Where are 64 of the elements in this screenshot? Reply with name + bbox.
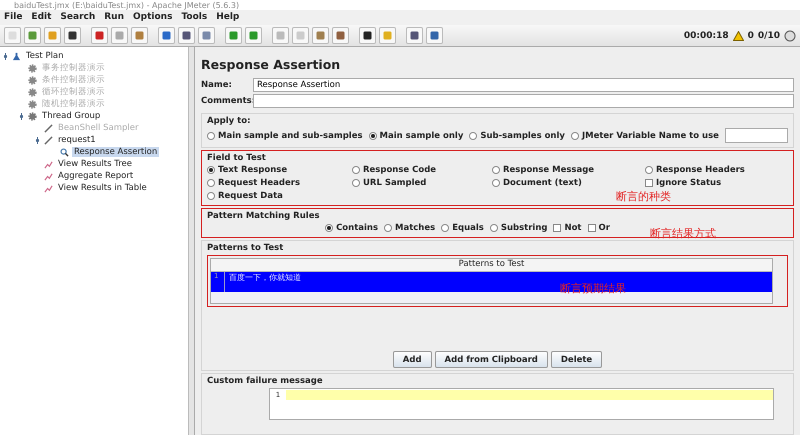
variable-name-field[interactable]	[724, 128, 788, 143]
section-title: Patterns to Test	[207, 243, 284, 253]
thread-count: 0/10	[758, 30, 780, 40]
radio-button[interactable]: Response Headers	[645, 165, 788, 175]
radio-button[interactable]: Request Headers	[207, 178, 352, 188]
menu-item[interactable]: Search	[60, 12, 96, 23]
tree-item[interactable]: Aggregate Report	[56, 171, 136, 181]
comments-field[interactable]	[253, 94, 794, 108]
checkbox[interactable]: Not	[553, 223, 582, 233]
annotation-text: 断言结果方式	[650, 226, 716, 241]
radio-button[interactable]: Sub-samples only	[469, 130, 565, 140]
menu-item[interactable]: Options	[133, 12, 172, 23]
menu-item[interactable]: Help	[216, 12, 240, 23]
name-label: Name:	[201, 80, 233, 90]
toolbar-icon[interactable]	[178, 27, 195, 44]
elapsed-time: 00:00:18	[684, 30, 729, 40]
section-title: Field to Test	[207, 153, 267, 163]
radio-button[interactable]: Response Message	[492, 165, 645, 175]
radio-button[interactable]: Matches	[384, 223, 436, 233]
checkbox[interactable]: Or	[588, 223, 610, 233]
section-title: Pattern Matching Rules	[207, 211, 321, 221]
warning-count: 0	[748, 30, 754, 40]
expand-handle-icon[interactable]	[34, 136, 41, 144]
column-header: Patterns to Test	[211, 259, 772, 272]
radio-button[interactable]: Response Code	[352, 165, 492, 175]
tree-item[interactable]: View Results in Table	[56, 183, 149, 193]
annotation-text: 断言的种类	[616, 189, 671, 204]
radio-button[interactable]: JMeter Variable Name to use	[570, 130, 719, 140]
toolbar-icon[interactable]	[359, 27, 376, 44]
radio-button[interactable]: Main sample only	[368, 130, 464, 140]
menu-item[interactable]: Run	[104, 12, 124, 23]
panel-title: Response Assertion	[201, 57, 342, 72]
checkbox[interactable]: Ignore Status	[645, 178, 788, 188]
radio-button[interactable]: Main sample and sub-samples	[207, 130, 363, 140]
flask-icon	[12, 52, 21, 60]
radio-button[interactable]: URL Sampled	[352, 178, 492, 188]
action-button[interactable]: Add	[392, 351, 432, 368]
section-title: Apply to:	[207, 116, 252, 126]
table-cell-text: 百度一下，你就知道	[228, 272, 301, 284]
name-field[interactable]: Response Assertion	[253, 78, 794, 92]
radio-button[interactable]: Text Response	[207, 165, 352, 175]
magnifier-icon	[60, 148, 69, 156]
window-title: baiduTest.jmx (E:\baiduTest.jmx) - Apache JMeter (5.6.3)	[14, 1, 240, 10]
warning-icon	[732, 30, 744, 40]
expand-handle-icon[interactable]	[2, 52, 9, 60]
expand-handle-icon[interactable]	[18, 112, 25, 120]
tree-item[interactable]: Thread Group	[40, 111, 102, 121]
radio-button[interactable]: Contains	[325, 223, 378, 233]
tree-item[interactable]: Response Assertion	[72, 147, 160, 157]
menu-item[interactable]: Tools	[181, 12, 208, 23]
action-button[interactable]: Add from Clipboard	[434, 351, 548, 368]
toolbar-icon[interactable]	[406, 27, 423, 44]
action-button[interactable]: Delete	[550, 351, 602, 368]
tree-item[interactable]: request1	[56, 135, 98, 145]
radio-button[interactable]: Substring	[490, 223, 548, 233]
section-title: Custom failure message	[207, 376, 324, 386]
tree-item[interactable]: View Results Tree	[56, 159, 134, 169]
menu-item[interactable]: Edit	[31, 12, 52, 23]
radio-button[interactable]: Document (text)	[492, 178, 645, 188]
menu-item[interactable]: File	[4, 12, 22, 23]
radio-button[interactable]: Request Data	[207, 191, 352, 201]
tree-item[interactable]: Test Plan	[24, 51, 66, 61]
toolbar-icon[interactable]	[64, 27, 81, 44]
radio-button[interactable]: Equals	[441, 223, 484, 233]
